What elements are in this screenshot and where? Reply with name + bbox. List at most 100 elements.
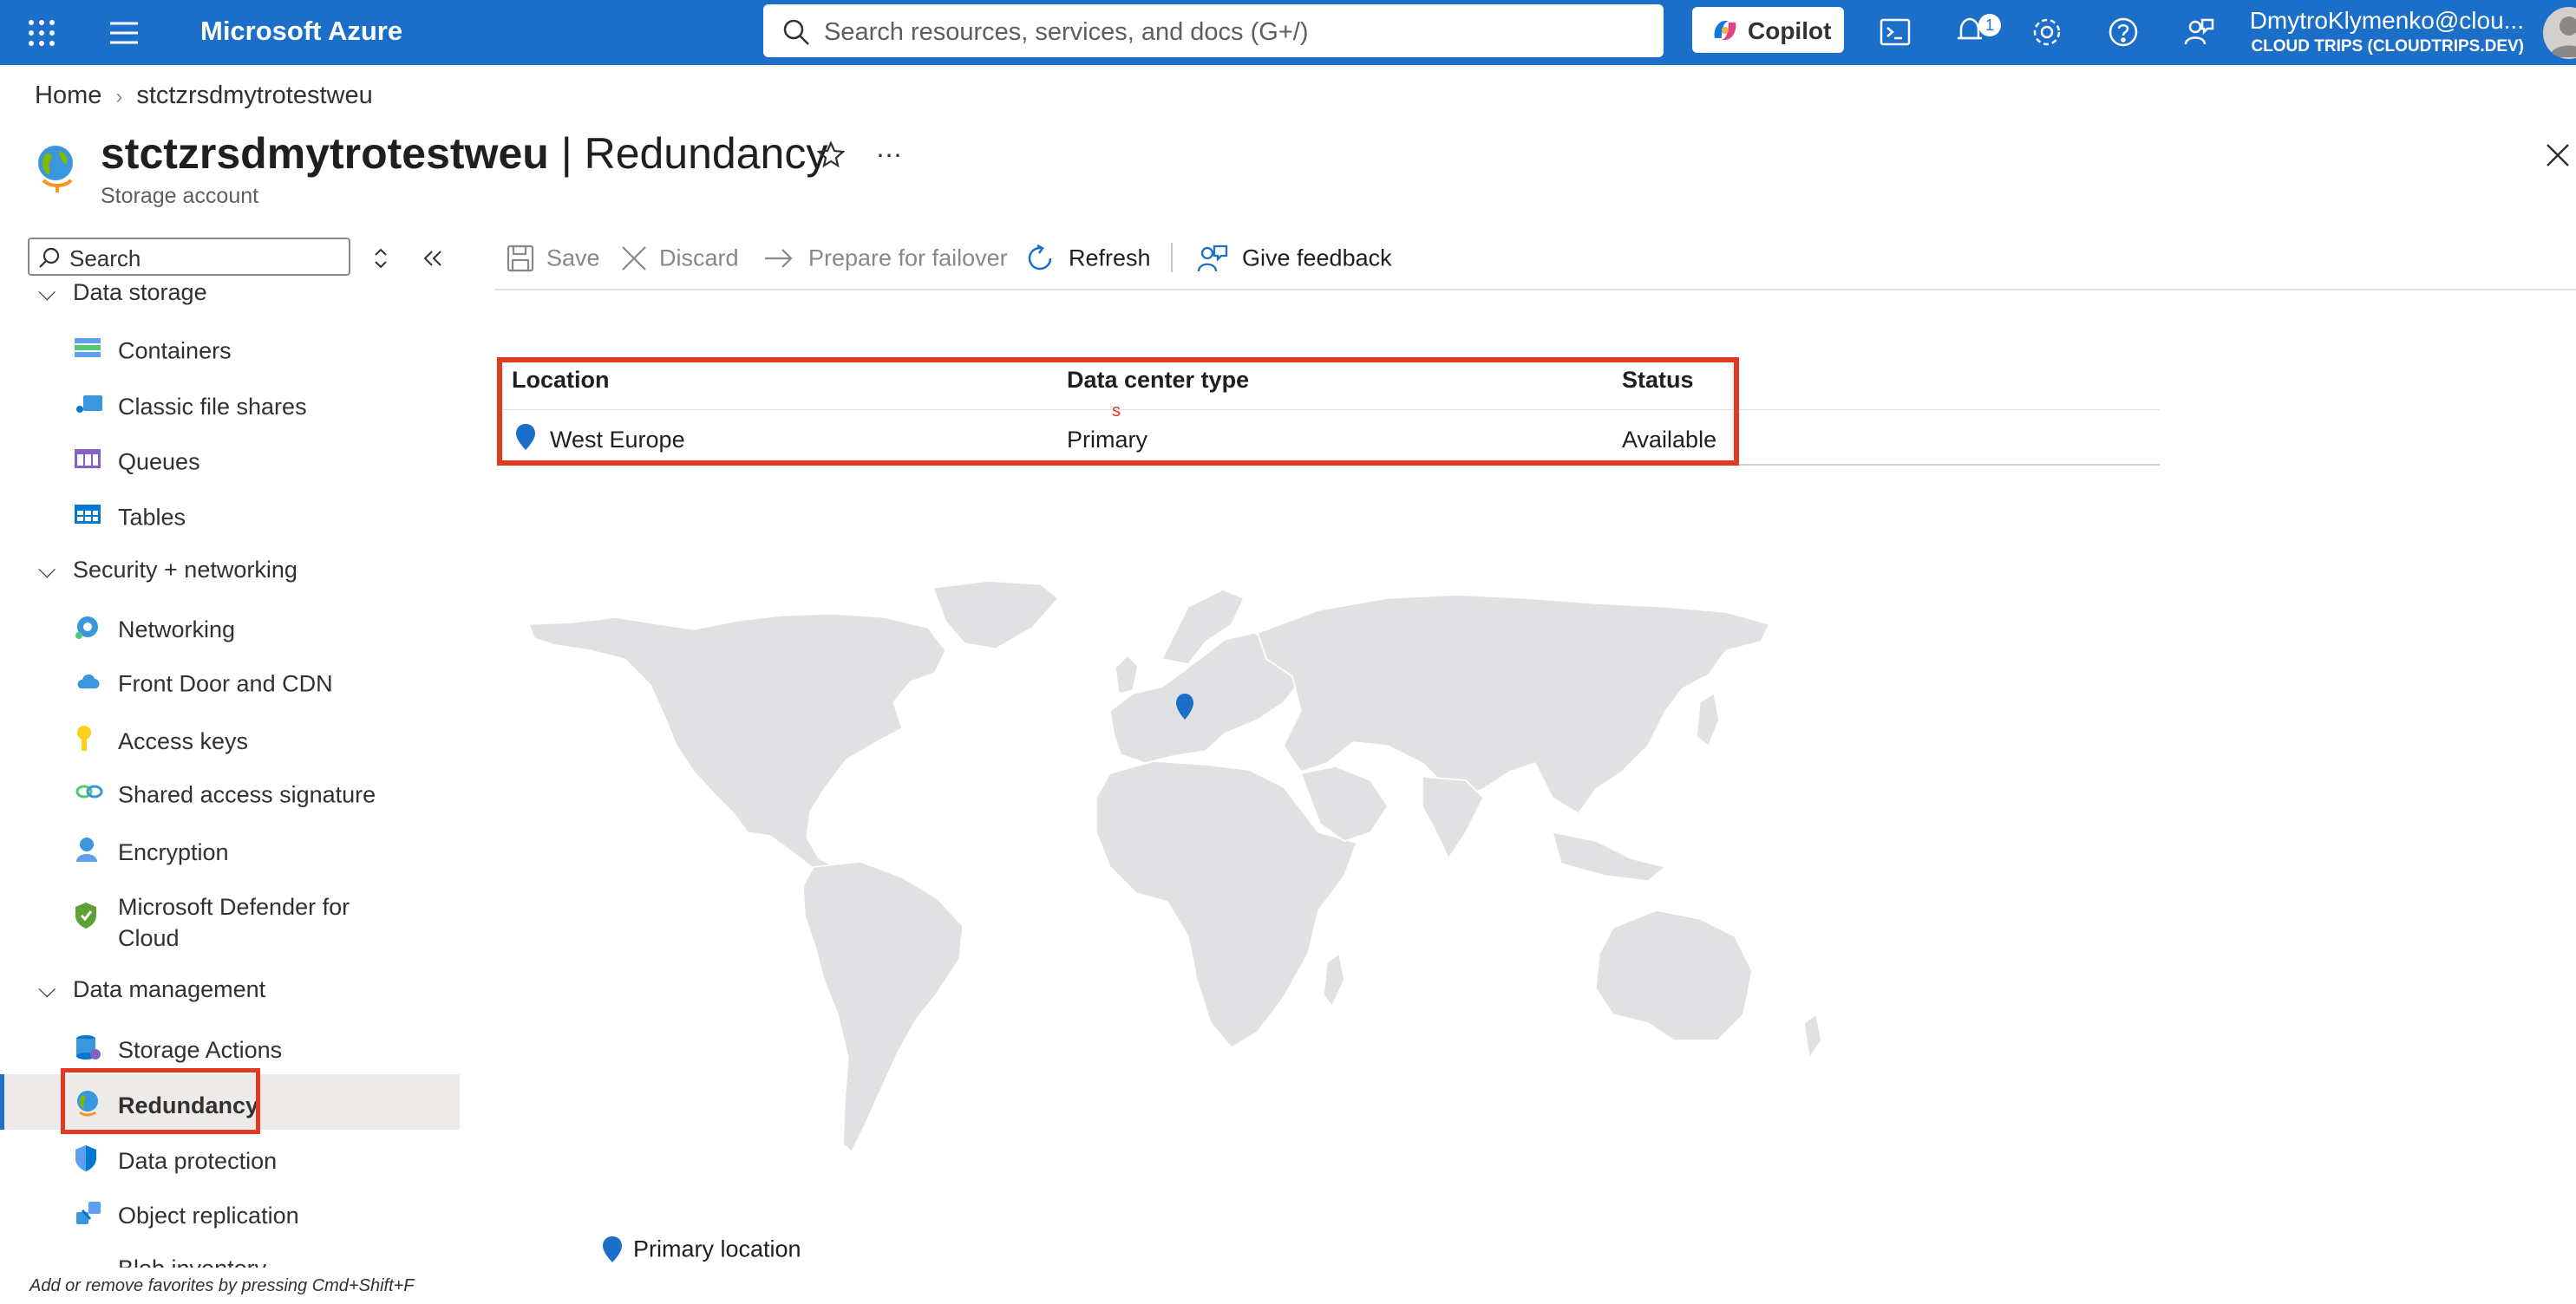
- refresh-icon: [1028, 244, 1052, 271]
- file-share-icon: [75, 392, 118, 422]
- southeast-asia-islands: [1551, 831, 1667, 882]
- database-icon: [75, 1033, 118, 1067]
- top-bar: Microsoft Azure Search resources, servic…: [0, 0, 2576, 65]
- avatar[interactable]: [2543, 7, 2576, 59]
- sidebar-item-classic-file-shares[interactable]: Classic file shares: [75, 392, 307, 422]
- sidebar-item-networking[interactable]: Networking: [75, 614, 235, 646]
- uk-landmass: [1115, 654, 1139, 694]
- selected-item-indicator: [0, 1074, 4, 1130]
- discard-x-icon: [622, 246, 646, 271]
- discard-button[interactable]: Discard: [621, 244, 739, 271]
- queues-icon: [75, 447, 118, 476]
- data-protection-shield-icon: [75, 1144, 118, 1178]
- blade-name: | Redundancy: [560, 129, 828, 178]
- lock-person-icon: [75, 836, 118, 870]
- madagascar-landmass: [1323, 952, 1345, 1007]
- notification-count-badge: 1: [1978, 14, 2001, 36]
- toolbar-divider-line: [494, 289, 2576, 290]
- world-map: [520, 572, 1908, 1179]
- help-icon[interactable]: [2108, 16, 2139, 52]
- app-launcher-icon[interactable]: [26, 17, 57, 49]
- copilot-icon: [1714, 21, 1736, 40]
- avatar-icon: [2550, 16, 2576, 57]
- notifications-icon[interactable]: 1: [1956, 14, 2001, 53]
- sidebar-item-encryption[interactable]: Encryption: [75, 836, 229, 870]
- nav-group-data-storage[interactable]: ⌵ Data storage: [38, 279, 207, 307]
- more-options-icon[interactable]: ⋯: [876, 140, 902, 171]
- north-america-landmass: [527, 613, 946, 878]
- hamburger-menu-icon[interactable]: [109, 21, 139, 49]
- sidebar-item-shared-access-signature[interactable]: Shared access signature: [75, 780, 376, 808]
- networking-icon: [75, 614, 118, 646]
- sidebar-item-storage-actions[interactable]: Storage Actions: [75, 1033, 282, 1067]
- shield-icon: [75, 902, 118, 936]
- sidebar-item-queues[interactable]: Queues: [75, 447, 200, 476]
- primary-location-pin-icon: [603, 1236, 622, 1262]
- cdn-cloud-icon: [75, 669, 118, 698]
- feedback-person-icon: [1197, 244, 1228, 272]
- sidebar-search-placeholder: Search: [69, 245, 141, 271]
- search-icon: [783, 19, 809, 45]
- save-icon: [507, 244, 534, 271]
- nav-group-data-management[interactable]: ⌵ Data management: [38, 976, 265, 1004]
- favorites-hint: Add or remove favorites by pressing Cmd+…: [29, 1276, 415, 1295]
- sidebar-item-access-keys[interactable]: Access keys: [75, 725, 248, 759]
- sidebar-item-front-door[interactable]: Front Door and CDN: [75, 669, 333, 698]
- favorite-star-icon[interactable]: [816, 140, 846, 173]
- sidebar-item-tables[interactable]: Tables: [75, 503, 186, 531]
- replication-icon: [75, 1200, 118, 1232]
- sidebar-search-icon: [39, 247, 60, 268]
- page-title: stctzrsdmytrotestweu | Redundancy: [101, 128, 827, 179]
- table-highlight-box: [497, 357, 1739, 466]
- sidebar-item-containers[interactable]: Containers: [75, 336, 232, 364]
- save-button[interactable]: Save: [507, 244, 600, 272]
- global-search-input[interactable]: Search resources, services, and docs (G+…: [763, 4, 1664, 57]
- chevron-down-icon: ⌵: [38, 557, 56, 583]
- india-landmass: [1422, 776, 1484, 860]
- sidebar-item-defender[interactable]: Microsoft Defender for Cloud: [75, 891, 350, 954]
- legend-label: Primary location: [633, 1236, 801, 1262]
- user-directory: CLOUD TRIPS (CLOUDTRIPS.DEV): [2251, 37, 2524, 55]
- give-feedback-button[interactable]: Give feedback: [1197, 244, 1392, 273]
- link-icon: [75, 781, 118, 808]
- sidebar-item-data-protection[interactable]: Data protection: [75, 1144, 277, 1178]
- brand-title[interactable]: Microsoft Azure: [200, 16, 402, 47]
- redundancy-highlight-box: [61, 1068, 260, 1134]
- south-america-landmass: [802, 861, 964, 1153]
- breadcrumb: Home › stctzrsdmytrotestweu: [35, 82, 373, 110]
- nav-group-label: Data storage: [73, 279, 207, 305]
- settings-gear-icon[interactable]: [2031, 16, 2063, 52]
- feedback-icon[interactable]: [2183, 16, 2214, 52]
- breadcrumb-home[interactable]: Home: [35, 82, 101, 109]
- chevron-down-icon: ⌵: [38, 976, 56, 1002]
- copilot-label: Copilot: [1748, 17, 1832, 44]
- australia-landmass: [1595, 910, 1753, 1041]
- copilot-button[interactable]: Copilot: [1692, 7, 1844, 53]
- sort-toggle-icon[interactable]: [371, 246, 390, 275]
- breadcrumb-current[interactable]: stctzrsdmytrotestweu: [136, 82, 372, 109]
- tables-icon: [75, 503, 118, 531]
- sidebar-item-blob-inventory[interactable]: Blob inventory: [75, 1249, 456, 1268]
- refresh-button[interactable]: Refresh: [1025, 244, 1151, 273]
- new-zealand-landmass: [1803, 1013, 1822, 1060]
- close-icon[interactable]: [2545, 142, 2571, 173]
- resource-type: Storage account: [101, 184, 259, 208]
- containers-icon: [75, 337, 118, 364]
- prepare-failover-button[interactable]: Prepare for failover: [763, 244, 1008, 271]
- greenland-landmass: [932, 580, 1060, 649]
- cloud-shell-icon[interactable]: [1880, 17, 1911, 51]
- nav-group-label: Data management: [73, 976, 266, 1002]
- sidebar-item-object-replication[interactable]: Object replication: [75, 1200, 299, 1232]
- nav-group-label: Security + networking: [73, 557, 297, 583]
- japan-landmass: [1696, 692, 1720, 747]
- key-icon: [75, 725, 118, 759]
- account-menu[interactable]: DmytroKlymenko@clou... CLOUD TRIPS (CLOU…: [2246, 7, 2524, 56]
- toolbar-divider: [1171, 243, 1173, 272]
- sidebar-search-input[interactable]: Search: [28, 238, 350, 276]
- global-search-placeholder: Search resources, services, and docs (G+…: [824, 18, 1309, 46]
- user-name: DmytroKlymenko@clou...: [2249, 7, 2524, 34]
- arrow-right-icon: [765, 249, 793, 268]
- collapse-sidebar-icon[interactable]: [422, 248, 444, 273]
- storage-account-globe-icon: [33, 142, 80, 199]
- nav-group-security[interactable]: ⌵ Security + networking: [38, 557, 297, 584]
